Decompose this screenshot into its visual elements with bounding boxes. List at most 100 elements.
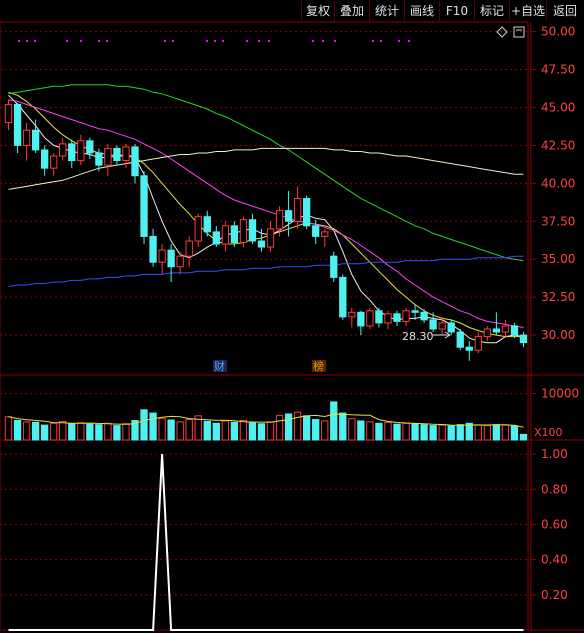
candle <box>86 137 94 160</box>
low-price-arrow <box>433 331 451 339</box>
candle-body <box>4 103 13 124</box>
candle-body <box>330 255 338 278</box>
candle-body <box>275 210 284 230</box>
candle <box>167 244 175 282</box>
event-marker <box>98 40 100 42</box>
y-tick-label: 0.40 <box>541 553 568 567</box>
volume-bar <box>68 423 76 441</box>
event-marker <box>106 40 108 42</box>
volume-bar <box>429 425 437 441</box>
candle <box>519 332 528 348</box>
candle <box>483 325 492 342</box>
event-markers <box>18 40 410 42</box>
event-marker <box>66 40 68 42</box>
volume-bar <box>420 424 428 441</box>
volume-bar <box>456 424 464 441</box>
event-marker <box>34 40 36 42</box>
candle <box>248 213 257 245</box>
finance-badge[interactable]: 财 <box>214 359 225 373</box>
candle-body <box>483 328 492 338</box>
candle <box>501 319 510 339</box>
volume-bar <box>375 422 383 441</box>
candle <box>203 210 211 237</box>
candle <box>420 309 428 323</box>
event-marker <box>206 40 208 42</box>
y-tick-label: 30.00 <box>541 328 575 342</box>
candle-body <box>510 325 519 336</box>
candle-body <box>194 216 202 242</box>
y-tick-label: 35.00 <box>541 252 575 266</box>
candle <box>357 310 365 336</box>
candle <box>375 307 383 328</box>
volume-bar <box>402 422 410 441</box>
candle-body <box>203 216 211 233</box>
candle <box>239 216 248 248</box>
ma5-line <box>8 94 524 344</box>
y-tick-label: 42.50 <box>541 138 575 152</box>
candle-body <box>104 147 112 166</box>
event-marker <box>398 40 400 42</box>
volume-bar <box>483 425 492 441</box>
y-tick-label: 0.80 <box>541 482 568 496</box>
candle-body <box>474 336 482 351</box>
event-marker <box>80 40 82 42</box>
candle <box>68 139 76 169</box>
candle <box>339 274 347 320</box>
y-tick-label: 50.00 <box>541 25 575 39</box>
candlestick-series <box>4 99 528 361</box>
candle <box>77 134 85 166</box>
event-marker <box>380 40 382 42</box>
volume-bar <box>158 418 166 441</box>
volume-bar <box>384 421 392 441</box>
candle-body <box>248 219 257 242</box>
y-tick-label: 47.50 <box>541 63 575 77</box>
candle <box>366 307 374 329</box>
y-tick-label: 45.00 <box>541 100 575 114</box>
candle-body <box>95 152 103 166</box>
candle <box>113 145 121 166</box>
low-price-label: 28.30 <box>402 330 434 343</box>
y-tick-label: 0.20 <box>541 588 568 602</box>
event-marker <box>18 40 20 42</box>
candle <box>122 143 130 169</box>
candle-body <box>140 175 148 237</box>
candle-body <box>22 129 31 146</box>
volume-bar <box>465 422 473 441</box>
candle-body <box>50 155 58 169</box>
candle-body <box>438 322 446 330</box>
volume-bar <box>447 425 455 441</box>
candle-body <box>293 198 302 222</box>
candle <box>4 99 13 131</box>
rank-badge[interactable]: 榜 <box>313 359 324 373</box>
candle <box>149 228 157 267</box>
volume-bar <box>113 425 121 441</box>
candle-body <box>167 249 175 268</box>
y-tick-label: 37.50 <box>541 214 575 228</box>
event-marker <box>268 40 270 42</box>
candle <box>393 310 401 326</box>
candle-body <box>266 228 275 248</box>
candle-body <box>375 310 383 324</box>
volume-bar <box>221 420 230 441</box>
volume-bar <box>501 424 510 441</box>
candle <box>293 186 302 229</box>
candle <box>50 152 58 176</box>
volume-bar <box>339 412 347 441</box>
candle-body <box>113 147 121 162</box>
candle <box>465 341 473 361</box>
volume-bar <box>257 423 266 441</box>
candle-body <box>411 310 419 313</box>
volume-bar <box>366 421 374 441</box>
candle-body <box>366 310 374 327</box>
event-marker <box>372 40 374 42</box>
volume-bar <box>348 418 356 441</box>
candle-body <box>348 311 356 318</box>
volume-bar <box>31 421 40 441</box>
stock-chart[interactable]: 50.00 47.50 45.00 42.50 40.00 37.50 35.00 32.50… <box>0 0 584 633</box>
volume-bar <box>167 419 175 441</box>
volume-bar <box>22 421 31 441</box>
volume-bar <box>212 422 220 441</box>
volume-bar <box>95 424 103 441</box>
candle <box>302 195 311 229</box>
candle-body <box>230 225 239 244</box>
